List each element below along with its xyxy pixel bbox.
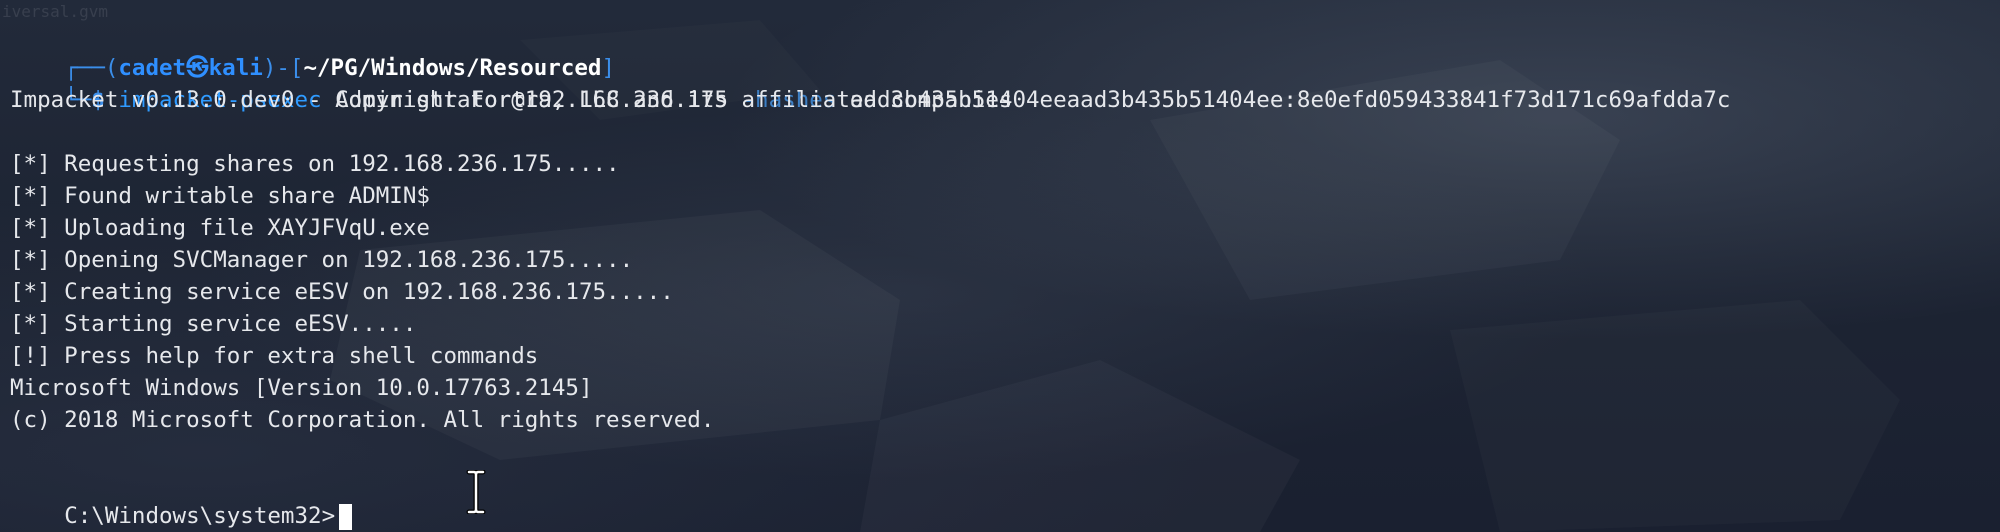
output-line: [*] Starting service eESV.....: [10, 311, 417, 337]
output-line: (c) 2018 Microsoft Corporation. All righ…: [10, 407, 715, 433]
output-line: [*] Found writable share ADMIN$: [10, 183, 430, 209]
output-line: Impacket v0.13.0.dev0 - Copyright Fortra…: [10, 87, 1013, 113]
output-line: Microsoft Windows [Version 10.0.17763.21…: [10, 375, 593, 401]
output-line: [*] Creating service eESV on 192.168.236…: [10, 279, 674, 305]
prompt-header-line: ┌──(cadet㉿kali)-[~/PG/Windows/Resourced]: [10, 20, 615, 81]
output-line: [*] Requesting shares on 192.168.236.175…: [10, 151, 620, 177]
text-cursor-ibeam-icon: [466, 470, 486, 514]
output-line: [*] Uploading file XAYJFVqU.exe: [10, 215, 430, 241]
terminal-window[interactable]: iversal.gvm ┌──(cadet㉿kali)-[~/PG/Window…: [0, 0, 2000, 532]
output-line: [*] Opening SVCManager on 192.168.236.17…: [10, 247, 634, 273]
terminal-cursor: [339, 503, 353, 530]
shell-prompt: C:\Windows\system32>: [64, 503, 336, 529]
watermark-text: iversal.gvm: [2, 2, 108, 21]
shell-prompt-line[interactable]: C:\Windows\system32>: [10, 468, 353, 530]
command-line: └─$ impacket-psexec Administrator@192.16…: [10, 52, 1730, 113]
output-line: [!] Press help for extra shell commands: [10, 343, 539, 369]
